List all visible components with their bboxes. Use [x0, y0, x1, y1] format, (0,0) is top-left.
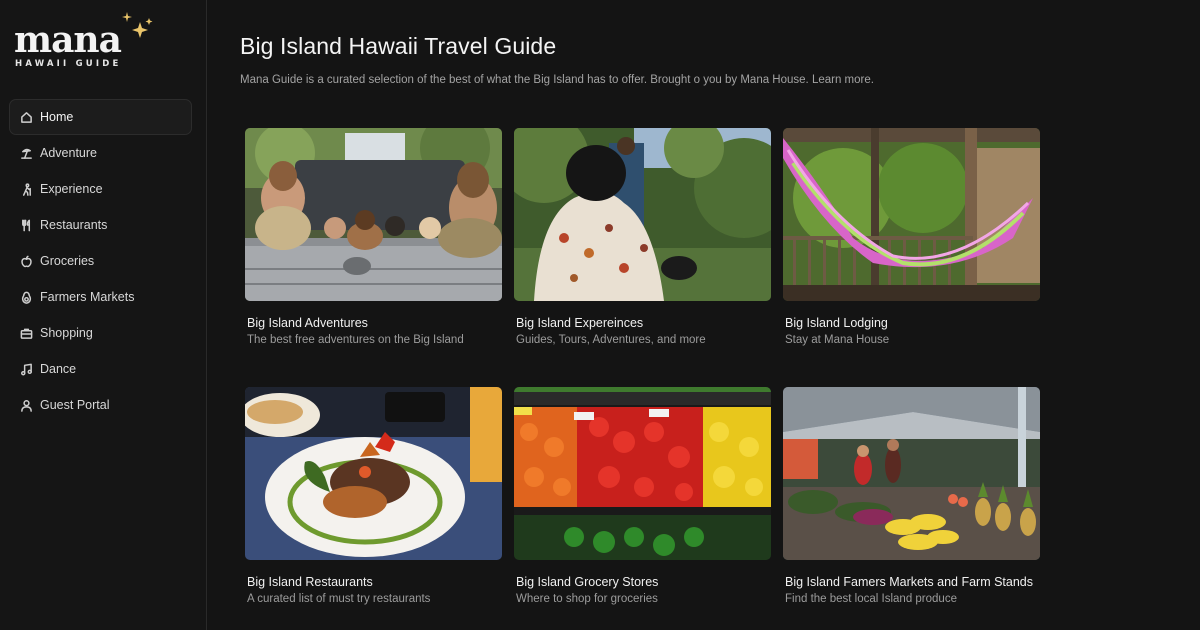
brand-name: mana	[14, 19, 122, 61]
card-title: Big Island Famers Markets and Farm Stand…	[785, 575, 1034, 589]
card-title: Big Island Grocery Stores	[516, 575, 659, 589]
card-title: Big Island Adventures	[247, 316, 368, 330]
card-image-farmers-markets[interactable]	[783, 387, 1040, 560]
sidebar-item-home[interactable]: Home	[9, 99, 192, 135]
card-restaurants[interactable]: Big Island Restaurants A curated list of…	[245, 387, 502, 605]
sidebar-item-label: Groceries	[40, 254, 95, 268]
sidebar: mana HAWAII GUIDE Home Adventure Experie…	[0, 0, 207, 630]
card-adventures[interactable]: Big Island Adventures The best free adve…	[245, 128, 502, 346]
card-experiences[interactable]: Big Island Expereinces Guides, Tours, Ad…	[514, 128, 771, 346]
sidebar-item-restaurants[interactable]: Restaurants	[9, 207, 192, 243]
avocado-icon	[19, 290, 33, 304]
sidebar-item-dance[interactable]: Dance	[9, 351, 192, 387]
card-subtitle: Guides, Tours, Adventures, and more	[516, 334, 706, 346]
card-image-grocery[interactable]	[514, 387, 771, 560]
page-description: Mana Guide is a curated selection of the…	[240, 74, 874, 86]
main-content: Big Island Hawaii Travel Guide Mana Guid…	[208, 0, 1200, 630]
sidebar-item-label: Home	[40, 110, 74, 124]
sidebar-item-label: Shopping	[40, 326, 93, 340]
card-farmers-markets[interactable]: Big Island Famers Markets and Farm Stand…	[783, 387, 1040, 605]
apple-icon	[19, 254, 33, 268]
card-image-adventures[interactable]	[245, 128, 502, 301]
brand-tagline: HAWAII GUIDE	[15, 59, 122, 69]
card-subtitle: Where to shop for groceries	[516, 593, 658, 605]
card-subtitle: A curated list of must try restaurants	[247, 593, 431, 605]
sidebar-item-groceries[interactable]: Groceries	[9, 243, 192, 279]
brand-logo[interactable]: mana HAWAII GUIDE	[14, 12, 154, 74]
card-subtitle: The best free adventures on the Big Isla…	[247, 334, 464, 346]
sidebar-item-label: Experience	[40, 182, 103, 196]
card-lodging[interactable]: Big Island Lodging Stay at Mana House	[783, 128, 1040, 346]
sidebar-item-label: Farmers Markets	[40, 290, 135, 304]
card-subtitle: Find the best local Island produce	[785, 593, 957, 605]
sidebar-item-shopping[interactable]: Shopping	[9, 315, 192, 351]
card-title: Big Island Lodging	[785, 316, 888, 330]
card-subtitle: Stay at Mana House	[785, 334, 890, 346]
sidebar-item-label: Dance	[40, 362, 77, 376]
card-image-lodging[interactable]	[783, 128, 1040, 301]
sidebar-item-guest-portal[interactable]: Guest Portal	[9, 387, 192, 423]
card-image-experiences[interactable]	[514, 128, 771, 301]
home-icon	[19, 110, 33, 124]
sidebar-item-label: Restaurants	[40, 218, 108, 232]
hiker-icon	[19, 182, 33, 196]
sidebar-item-farmers-markets[interactable]: Farmers Markets	[9, 279, 192, 315]
briefcase-icon	[19, 326, 33, 340]
page-title: Big Island Hawaii Travel Guide	[240, 33, 557, 59]
card-title: Big Island Expereinces	[516, 316, 644, 330]
card-grocery[interactable]: Big Island Grocery Stores Where to shop …	[514, 387, 771, 605]
sidebar-item-adventure[interactable]: Adventure	[9, 135, 192, 171]
utensils-icon	[19, 218, 33, 232]
beach-icon	[19, 146, 33, 160]
card-title: Big Island Restaurants	[247, 575, 373, 589]
card-image-restaurants[interactable]	[245, 387, 502, 560]
sidebar-item-experience[interactable]: Experience	[9, 171, 192, 207]
user-icon	[19, 398, 33, 412]
sparkle-icon	[122, 12, 153, 38]
sidebar-nav: Home Adventure Experience Restaurants Gr…	[9, 99, 192, 423]
music-note-icon	[19, 362, 33, 376]
sidebar-item-label: Guest Portal	[40, 398, 110, 412]
sidebar-item-label: Adventure	[40, 146, 97, 160]
